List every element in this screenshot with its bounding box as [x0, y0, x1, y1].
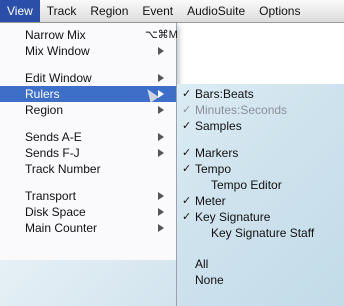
- checkmark-icon: ✓: [182, 88, 192, 100]
- submenu-arrow-icon: [158, 106, 164, 114]
- menu-item-edit-window[interactable]: Edit Window: [0, 70, 176, 86]
- checkmark-icon: ✓: [182, 104, 192, 116]
- submenu-item-label: Key Signature: [195, 210, 271, 224]
- submenu-arrow-icon: [158, 90, 164, 98]
- submenu-item-tempo[interactable]: ✓ Tempo: [177, 161, 344, 177]
- submenu-item-key-signature[interactable]: ✓ Key Signature: [177, 209, 344, 225]
- menu-region[interactable]: Region: [83, 0, 135, 22]
- submenu-item-all[interactable]: All: [177, 256, 344, 272]
- submenu-item-label: Tempo: [195, 162, 232, 176]
- submenu-item-bars-beats[interactable]: ✓ Bars:Beats: [177, 86, 344, 102]
- menu-bar: View Track Region Event AudioSuite Optio…: [0, 0, 344, 23]
- menu-item-label: Track Number: [25, 162, 101, 176]
- menu-item-label: Edit Window: [25, 71, 92, 85]
- menu-item-label: Sends A-E: [25, 130, 82, 144]
- menu-item-sends-f-j[interactable]: Sends F-J: [0, 145, 176, 161]
- submenu-item-label: Meter: [195, 194, 226, 208]
- submenu-arrow-icon: [158, 74, 164, 82]
- checkmark-icon: ✓: [182, 147, 192, 159]
- submenu-item-label: Markers: [195, 146, 239, 160]
- submenu-item-meter[interactable]: ✓ Meter: [177, 193, 344, 209]
- menu-view[interactable]: View: [0, 0, 40, 22]
- submenu-item-tempo-editor[interactable]: Tempo Editor: [177, 177, 344, 193]
- menu-item-label: Region: [25, 103, 64, 117]
- submenu-item-label: None: [195, 273, 224, 287]
- menu-event[interactable]: Event: [135, 0, 180, 22]
- menu-item-rulers[interactable]: Rulers: [0, 86, 176, 103]
- menu-item-region[interactable]: Region: [0, 102, 176, 118]
- window-background: [176, 23, 344, 83]
- submenu-arrow-icon: [158, 47, 164, 55]
- menu-item-label: Mix Window: [25, 44, 90, 58]
- shortcut-label: ⌥⌘M: [145, 29, 178, 41]
- mouse-pointer-icon: [143, 86, 159, 103]
- view-menu: Narrow Mix ⌥⌘M Mix Window Edit Window Ru…: [0, 23, 178, 284]
- checkmark-icon: ✓: [182, 163, 192, 175]
- menu-item-label: Main Counter: [25, 221, 98, 235]
- submenu-item-key-signature-staff[interactable]: Key Signature Staff: [177, 225, 344, 241]
- menu-item-transport[interactable]: Transport: [0, 188, 176, 204]
- submenu-item-label: Key Signature Staff: [211, 226, 315, 240]
- menu-item-mix-window[interactable]: Mix Window: [0, 43, 176, 59]
- submenu-arrow-icon: [158, 208, 164, 216]
- submenu-item-markers[interactable]: ✓ Markers: [177, 145, 344, 161]
- menu-item-label: Rulers: [25, 87, 60, 101]
- menu-item-label: Sends F-J: [25, 146, 80, 160]
- checkmark-icon: ✓: [182, 195, 192, 207]
- checkmark-icon: ✓: [182, 211, 192, 223]
- background-graphic: [0, 260, 176, 306]
- submenu-item-label: Minutes:Seconds: [195, 103, 288, 117]
- menu-item-label: Transport: [25, 189, 76, 203]
- rulers-submenu: ✓ Bars:Beats ✓ Minutes:Seconds ✓ Samples…: [176, 84, 344, 306]
- submenu-item-label: Samples: [195, 119, 242, 133]
- submenu-item-minutes-seconds: ✓ Minutes:Seconds: [177, 102, 344, 118]
- menu-item-track-number[interactable]: Track Number: [0, 161, 176, 177]
- checkmark-icon: ✓: [182, 120, 192, 132]
- submenu-arrow-icon: [158, 192, 164, 200]
- menu-options[interactable]: Options: [252, 0, 307, 22]
- menu-audiosuite[interactable]: AudioSuite: [180, 0, 252, 22]
- menu-item-sends-a-e[interactable]: Sends A-E: [0, 129, 176, 145]
- menu-item-label: Disk Space: [25, 205, 86, 219]
- menu-item-disk-space[interactable]: Disk Space: [0, 204, 176, 220]
- submenu-arrow-icon: [158, 133, 164, 141]
- submenu-item-none[interactable]: None: [177, 272, 344, 288]
- menu-track[interactable]: Track: [40, 0, 84, 22]
- submenu-item-samples[interactable]: ✓ Samples: [177, 118, 344, 134]
- submenu-arrow-icon: [158, 224, 164, 232]
- submenu-item-label: Bars:Beats: [195, 87, 254, 101]
- submenu-item-label: Tempo Editor: [211, 178, 282, 192]
- menu-item-main-counter[interactable]: Main Counter: [0, 220, 176, 236]
- submenu-item-label: All: [195, 257, 209, 271]
- menu-item-narrow-mix[interactable]: Narrow Mix ⌥⌘M: [0, 27, 178, 43]
- submenu-arrow-icon: [158, 149, 164, 157]
- menu-item-label: Narrow Mix: [25, 28, 86, 42]
